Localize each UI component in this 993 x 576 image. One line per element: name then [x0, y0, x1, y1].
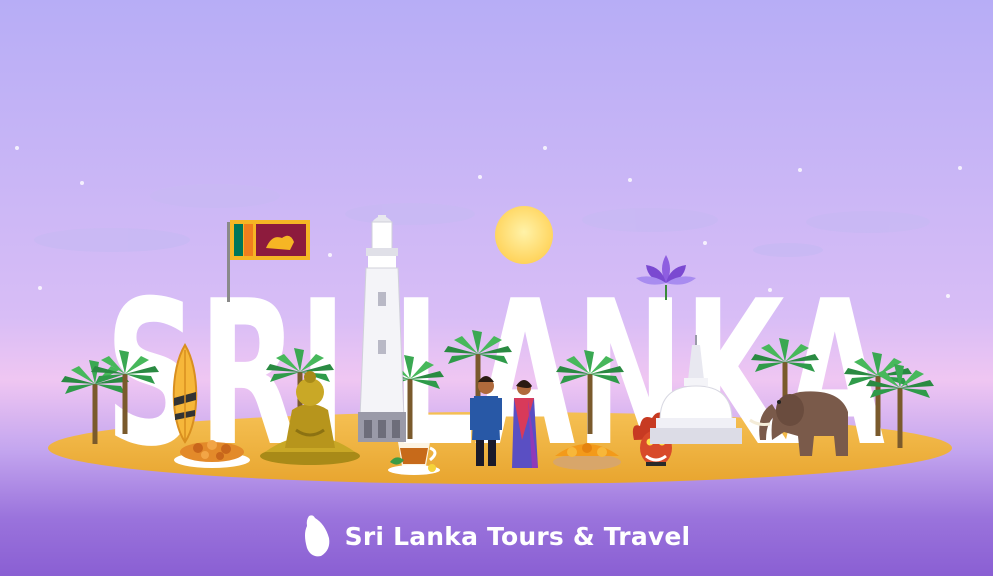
footer-caption: Sri Lanka Tours & Travel — [344, 521, 691, 551]
footer-brand: Sri Lanka Tours & Travel — [0, 506, 993, 566]
sri-lanka-island-icon — [304, 515, 329, 557]
sri-lanka-scene: SRI LANKA — [0, 0, 993, 576]
sun-icon — [495, 206, 553, 264]
